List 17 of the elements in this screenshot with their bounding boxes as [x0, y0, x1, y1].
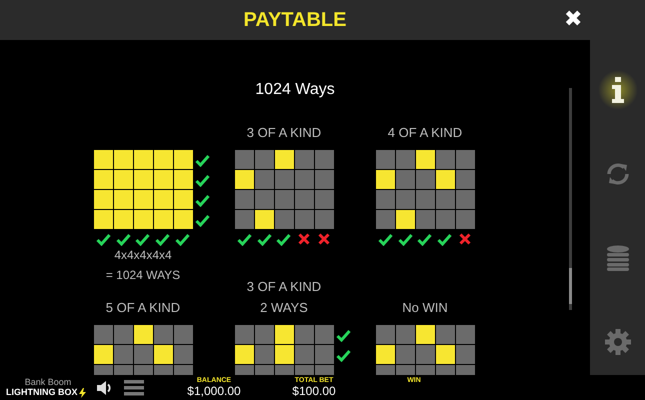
- game-name: Bank Boom: [24, 377, 72, 387]
- menu-icon[interactable]: [124, 380, 144, 396]
- paytable-title: PAYTABLE: [244, 9, 346, 31]
- ways-note: = 1024 WAYS: [106, 267, 180, 284]
- scrollbar-thumb[interactable]: [569, 268, 572, 304]
- meter-value: $1,000.00: [186, 385, 242, 398]
- close-button[interactable]: ✖: [562, 5, 584, 33]
- win-label: No WIN: [402, 299, 448, 317]
- win-label: 3 OF A KIND: [246, 278, 322, 296]
- win-label: 4 OF A KIND: [388, 124, 462, 142]
- meter-value: $100.00: [291, 385, 337, 398]
- section-heading: 1024 Ways: [254, 80, 336, 100]
- brand-logo: LIGHTNING BOX: [6, 387, 90, 398]
- win-label: 3 OF A KIND: [246, 124, 322, 142]
- win-label: 2 WAYS: [260, 299, 308, 317]
- ways-note: 4x4x4x4x4: [114, 247, 172, 264]
- win-label: 5 OF A KIND: [106, 299, 180, 317]
